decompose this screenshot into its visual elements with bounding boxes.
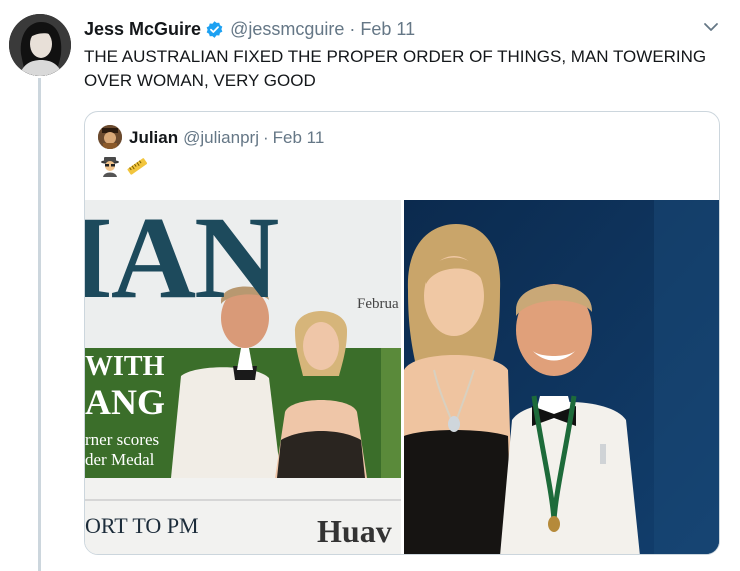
newspaper-caption-line2: der Medal xyxy=(85,450,155,469)
quote-author-name[interactable]: Julian xyxy=(129,128,178,148)
newspaper-footer-right: Huav xyxy=(317,513,392,549)
newspaper-footer-left: ORT TO PM xyxy=(85,513,199,538)
quote-text xyxy=(99,155,147,177)
quote-avatar[interactable] xyxy=(98,125,122,149)
author-handle[interactable]: @jessmcguire xyxy=(230,19,344,40)
quote-author-handle[interactable]: @julianprj xyxy=(183,128,259,148)
newspaper-date: Februa xyxy=(357,296,399,312)
quote-separator-dot: · xyxy=(262,128,269,147)
quote-header: Julian @julianprj · Feb 11 xyxy=(129,127,324,149)
quote-avatar-photo xyxy=(98,125,122,149)
newspaper-banner-line1: WITH xyxy=(85,351,165,382)
sleuth-emoji xyxy=(101,157,119,177)
separator-dot: · xyxy=(349,18,356,39)
thread-line xyxy=(38,78,41,571)
newspaper-banner-line2: ANG xyxy=(85,382,165,422)
media-grid: IAN Februa WITH ANG rner scores der Meda… xyxy=(85,200,719,554)
newspaper-photo[interactable]: IAN Februa WITH ANG rner scores der Meda… xyxy=(85,200,401,554)
verified-badge-icon xyxy=(206,20,223,38)
newspaper-masthead: IAN xyxy=(85,200,279,323)
author-name[interactable]: Jess McGuire xyxy=(84,19,201,40)
quoted-tweet[interactable]: Julian @julianprj · Feb 11 IAN Februa WI… xyxy=(84,111,720,555)
chevron-down-icon[interactable] xyxy=(700,16,722,38)
tweet-text: THE AUSTRALIAN FIXED THE PROPER ORDER OF… xyxy=(84,47,707,90)
quote-date[interactable]: Feb 11 xyxy=(273,128,325,148)
avatar[interactable] xyxy=(9,14,71,76)
event-photo-scene xyxy=(404,200,719,554)
event-photo[interactable] xyxy=(404,200,719,554)
newspaper-caption-line1: rner scores xyxy=(85,430,160,449)
ruler-emoji xyxy=(127,158,147,175)
tweet-header: Jess McGuire @jessmcguire · Feb 11 xyxy=(84,18,415,40)
tweet-date[interactable]: Feb 11 xyxy=(360,19,415,40)
avatar-photo xyxy=(9,14,71,76)
